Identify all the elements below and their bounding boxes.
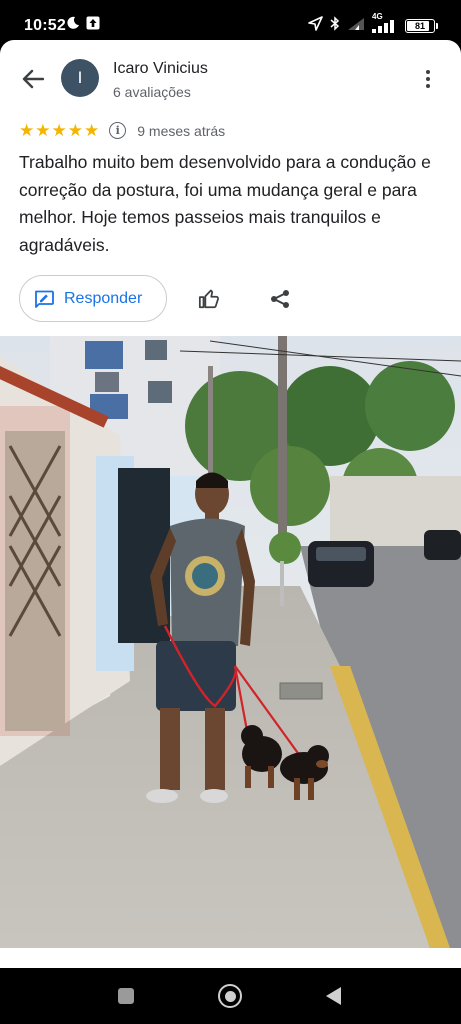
review-sheet: I Icaro Vinicius 6 avaliações ★ ★ ★ ★ ★ … (0, 40, 461, 968)
review-photo[interactable] (0, 336, 461, 948)
star-icon: ★ (35, 121, 51, 140)
arrow-back-icon (22, 69, 44, 89)
avatar[interactable]: I (61, 59, 99, 97)
star-icon: ★ (84, 121, 100, 140)
review-text: Trabalho muito bem desenvolvido para a c… (19, 152, 431, 255)
network-type: 4G (372, 12, 383, 21)
nav-back-button[interactable] (326, 987, 341, 1005)
status-left-icons (66, 16, 100, 35)
reply-label: Responder (64, 289, 143, 307)
rating-row: ★ ★ ★ ★ ★ i 9 meses atrás (19, 122, 225, 139)
upload-icon (86, 16, 100, 35)
signal-icon: 4G (372, 12, 398, 33)
battery-icon: 81 (405, 19, 438, 33)
share-icon (271, 290, 289, 308)
reviewer-review-count: 6 avaliações (113, 84, 191, 100)
status-time: 10:52 (24, 17, 66, 34)
thumb-up-icon (198, 289, 219, 309)
more-vert-icon (426, 70, 430, 74)
recents-button[interactable] (118, 988, 134, 1004)
battery-level: 81 (414, 21, 425, 31)
system-nav-bar (0, 968, 461, 1024)
wifi-icon (347, 17, 365, 36)
more-options-button[interactable] (418, 67, 438, 91)
star-icon: ★ (67, 121, 83, 140)
review-photo-image (0, 336, 461, 948)
star-icon: ★ (19, 121, 35, 140)
home-circle-icon (224, 990, 236, 1002)
reply-icon (34, 290, 54, 308)
status-bar: 10:52 4G 81 (0, 0, 461, 44)
back-button[interactable] (20, 66, 46, 92)
status-right-icons: 4G 81 (308, 12, 438, 36)
bluetooth-icon (330, 16, 340, 36)
home-button[interactable] (218, 984, 242, 1008)
reply-button[interactable]: Responder (19, 275, 167, 322)
like-button[interactable] (196, 286, 222, 312)
share-button[interactable] (268, 287, 292, 311)
moon-icon (66, 16, 80, 35)
star-icon: ★ (51, 121, 67, 140)
location-arrow-icon (308, 16, 323, 36)
info-icon[interactable]: i (109, 122, 127, 139)
star-rating: ★ ★ ★ ★ ★ (19, 122, 99, 139)
review-time: 9 meses atrás (137, 122, 226, 139)
reviewer-name[interactable]: Icaro Vinicius (113, 60, 208, 78)
